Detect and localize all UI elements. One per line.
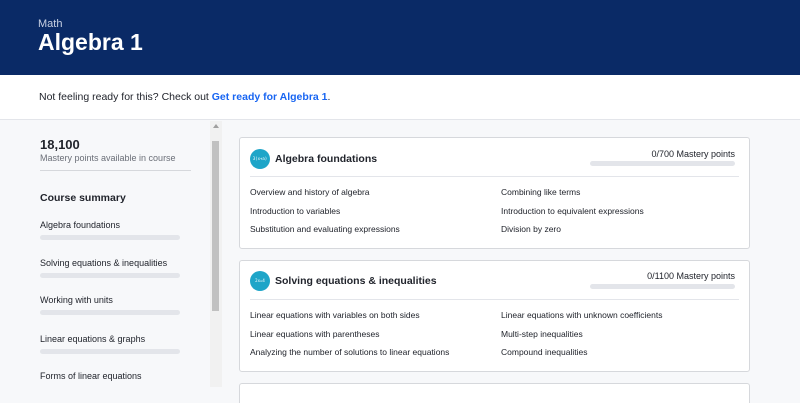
scrollbar-thumb[interactable]	[212, 141, 219, 311]
unit-divider	[250, 299, 739, 300]
lesson-link[interactable]: Linear equations with variables on both …	[250, 310, 420, 320]
sidebar-scrollbar[interactable]	[210, 121, 222, 387]
course-sidebar: 18,100 Mastery points available in cours…	[0, 121, 210, 387]
sidebar-progress-bar	[40, 349, 180, 354]
get-ready-link[interactable]: Get ready for Algebra 1	[212, 91, 328, 103]
unit-card-solving-equations: 2x=4 Solving equations & inequalities 0/…	[239, 260, 750, 372]
sidebar-item-working-with-units[interactable]: Working with units	[40, 295, 113, 305]
sidebar-item-algebra-foundations[interactable]: Algebra foundations	[40, 220, 120, 230]
ready-banner-suffix: .	[327, 91, 331, 103]
sidebar-item-linear-equations-graphs[interactable]: Linear equations & graphs	[40, 334, 145, 344]
scroll-up-arrow-icon[interactable]	[213, 124, 219, 128]
ready-banner: Not feeling ready for this? Check out Ge…	[0, 75, 800, 120]
lesson-link[interactable]: Analyzing the number of solutions to lin…	[250, 347, 449, 357]
unit-title[interactable]: Algebra foundations	[275, 153, 377, 165]
unit-mastery-points: 0/700 Mastery points	[651, 149, 735, 159]
unit-mastery-points: 0/1100 Mastery points	[647, 271, 735, 281]
lesson-link[interactable]: Overview and history of algebra	[250, 187, 370, 197]
sidebar-divider	[40, 170, 191, 171]
course-content: 3(x+a) Algebra foundations 0/700 Mastery…	[222, 121, 800, 403]
lesson-link[interactable]: Compound inequalities	[501, 347, 587, 357]
lesson-link[interactable]: Linear equations with parentheses	[250, 329, 379, 339]
unit-card-algebra-foundations: 3(x+a) Algebra foundations 0/700 Mastery…	[239, 137, 750, 249]
sidebar-progress-bar	[40, 235, 180, 240]
unit-progress-bar	[590, 284, 735, 289]
lesson-link[interactable]: Substitution and evaluating expressions	[250, 224, 400, 234]
lesson-link[interactable]: Division by zero	[501, 224, 561, 234]
page-title: Algebra 1	[38, 29, 143, 55]
sidebar-progress-bar	[40, 273, 180, 278]
mastery-points-caption: Mastery points available in course	[40, 153, 176, 163]
sidebar-item-solving-equations[interactable]: Solving equations & inequalities	[40, 258, 167, 268]
sidebar-progress-bar	[40, 310, 180, 315]
lesson-link[interactable]: Combining like terms	[501, 187, 580, 197]
lesson-link[interactable]: Multi-step inequalities	[501, 329, 583, 339]
unit-title[interactable]: Solving equations & inequalities	[275, 275, 437, 287]
sidebar-item-forms-of-linear-equations[interactable]: Forms of linear equations	[40, 371, 142, 381]
unit-divider	[250, 176, 739, 177]
lesson-link[interactable]: Introduction to variables	[250, 206, 340, 216]
course-header: Math Algebra 1	[0, 0, 800, 75]
mastery-points-total: 18,100	[40, 137, 80, 152]
lesson-link[interactable]: Introduction to equivalent expressions	[501, 206, 644, 216]
unit-card-next	[239, 383, 750, 403]
lesson-link[interactable]: Linear equations with unknown coefficien…	[501, 310, 662, 320]
ready-banner-text: Not feeling ready for this? Check out Ge…	[39, 91, 330, 103]
unit-badge-icon: 3(x+a)	[250, 149, 270, 169]
ready-banner-prefix: Not feeling ready for this? Check out	[39, 91, 212, 103]
unit-badge-icon: 2x=4	[250, 271, 270, 291]
unit-progress-bar	[590, 161, 735, 166]
course-summary-heading: Course summary	[40, 192, 126, 204]
